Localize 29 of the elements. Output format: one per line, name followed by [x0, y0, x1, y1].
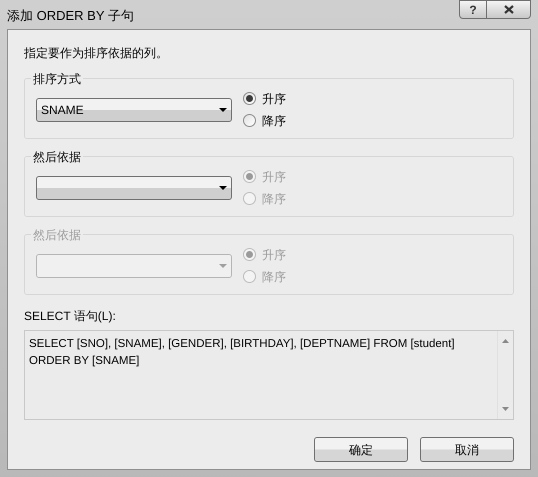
dropdown-value: SNAME [41, 102, 84, 118]
instruction-text: 指定要作为排序依据的列。 [24, 45, 169, 62]
radio-label: 降序 [262, 112, 286, 130]
group-legend: 排序方式 [31, 70, 83, 88]
sql-text-area[interactable]: SELECT [SNO], [SNAME], [GENDER], [BIRTHDAY], [DEPTNAME] FROM [student] ORDER BY [SNAME] [24, 330, 514, 420]
window-title: 添加 ORDER BY 子句 [7, 7, 134, 25]
radio-label: 降序 [262, 268, 286, 286]
radio-label: 降序 [262, 190, 286, 208]
sql-label: SELECT 语句(L): [24, 308, 117, 325]
caret-icon [219, 186, 227, 190]
dropdown[interactable]: SNAME [36, 98, 232, 122]
group-legend: 然后依据 [31, 148, 83, 166]
caret-icon [219, 264, 227, 268]
group-legend: 然后依据 [31, 226, 83, 244]
radio-label: 升序 [262, 246, 286, 264]
radio-button[interactable] [243, 92, 256, 105]
sql-text: SELECT [SNO], [SNAME], [GENDER], [BIRTHDAY], [DEPTNAME] FROM [student] ORDER BY [SNAME] [28, 337, 456, 369]
radio-label: 升序 [262, 90, 286, 108]
dropdown[interactable] [36, 176, 232, 200]
dialog-button[interactable]: 确定 [314, 437, 408, 462]
scroll-down-icon[interactable] [502, 407, 509, 411]
scroll-up-icon[interactable] [502, 339, 509, 343]
help-button[interactable]: ? [459, 0, 487, 19]
close-button[interactable] [487, 0, 531, 19]
dialog-button[interactable]: 取消 [420, 437, 514, 462]
caret-icon [219, 108, 227, 112]
radio-label: 升序 [262, 168, 286, 186]
radio-button[interactable] [243, 114, 256, 127]
close-icon [504, 5, 514, 14]
